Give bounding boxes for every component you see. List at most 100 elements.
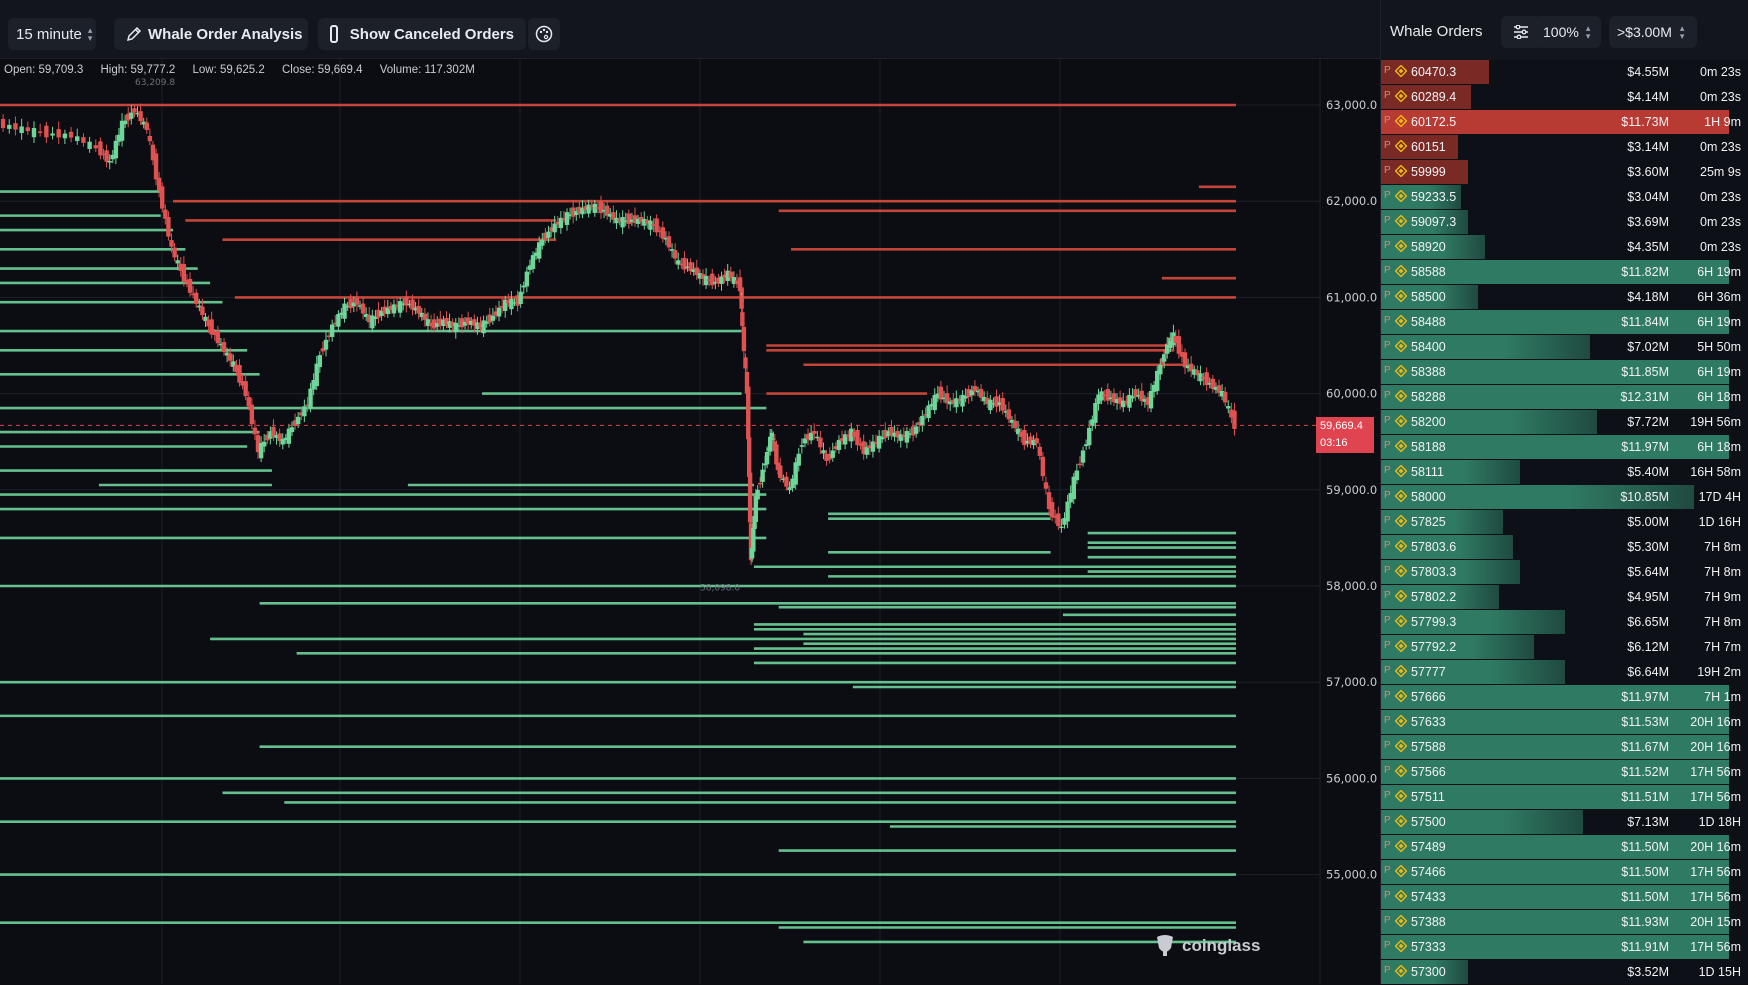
coinglass-watermark: coinglass [1154,934,1260,958]
order-price: 58920 [1411,240,1446,254]
order-amount: $3.69M [1627,215,1669,229]
whale-order-row[interactable]: P 57511 $11.51M 17H 56m [1381,785,1748,810]
whale-order-row[interactable]: P 57825 $5.00M 1D 16H [1381,510,1748,535]
order-age: 7H 8m [1704,615,1741,629]
whale-order-row[interactable]: P 57792.2 $6.12M 7H 7m [1381,635,1748,660]
candle-down [81,137,86,143]
order-age: 20H 15m [1690,915,1741,929]
order-amount: $11.93M [1621,915,1669,929]
candle-down [1037,446,1042,456]
candle-down [0,119,6,129]
whale-order-row[interactable]: P 58111 $5.40M 16H 58m [1381,460,1748,485]
order-amount: $11.97M [1621,690,1669,704]
whale-order-row[interactable]: P 57803.6 $5.30M 7H 8m [1381,535,1748,560]
interval-select[interactable]: 15 minute ▴ ▾ [8,18,96,50]
whale-order-row[interactable]: P 57388 $11.93M 20H 15m [1381,910,1748,935]
order-age: 6H 36m [1697,290,1741,304]
whale-order-row[interactable]: P 57803.3 $5.64M 7H 8m [1381,560,1748,585]
whale-order-row[interactable]: P 57566 $11.52M 17H 56m [1381,760,1748,785]
whale-order-row[interactable]: P 57333 $11.91M 17H 56m [1381,935,1748,960]
candle-down [215,330,221,344]
whale-order-row[interactable]: P 58488 $11.84M 6H 19m [1381,310,1748,335]
order-amount: $10.85M [1620,490,1669,504]
whale-order-row[interactable]: P 57777 $6.64M 19H 2m [1381,660,1748,685]
exchange-tag: P [1384,265,1391,276]
order-age: 0m 23s [1700,90,1741,104]
exchange-tag: P [1384,815,1391,826]
candle-down [166,216,171,237]
whale-order-row[interactable]: P 58288 $12.31M 6H 18m [1381,385,1748,410]
order-amount: $6.65M [1627,615,1669,629]
whale-order-row[interactable]: P 58188 $11.97M 6H 18m [1381,435,1748,460]
candle-down [172,247,177,258]
whale-order-row[interactable]: P 60289.4 $4.14M 0m 23s [1381,85,1748,110]
whale-order-row[interactable]: P 58400 $7.02M 5H 50m [1381,335,1748,360]
whale-order-row[interactable]: P 57466 $11.50M 17H 56m [1381,860,1748,885]
candle-down [252,427,258,435]
order-age: 7H 8m [1704,540,1741,554]
binance-coin-icon [1395,315,1407,327]
candle-up [397,301,403,313]
candle-down [1077,463,1083,466]
order-age: 6H 19m [1697,315,1741,329]
coinglass-logo-icon [1157,935,1173,956]
whale-order-row[interactable]: P 57500 $7.13M 1D 18H [1381,810,1748,835]
order-amount: $4.14M [1627,90,1669,104]
whale-order-row[interactable]: P 58588 $11.82M 6H 19m [1381,260,1748,285]
whale-order-row[interactable]: P 58920 $4.35M 0m 23s [1381,235,1748,260]
whale-order-row[interactable]: P 58388 $11.85M 6H 19m [1381,360,1748,385]
price-chart[interactable]: 63,000.0 62,000.0 61,000.0 60,000.0 59,000.0… [0,58,1380,984]
show-canceled-orders-toggle[interactable]: Show Canceled Orders [318,18,526,50]
binance-coin-icon [1395,965,1407,977]
whale-order-row[interactable]: P 60172.5 $11.73M 1H 9m [1381,110,1748,135]
whale-order-row[interactable]: P 59999 $3.60M 25m 9s [1381,160,1748,185]
order-amount: $12.31M [1620,390,1669,404]
exchange-tag: P [1384,965,1391,976]
checkbox[interactable] [330,25,338,43]
order-age: 1H 9m [1704,115,1741,129]
exchange-tag: P [1384,290,1391,301]
exchange-tag: P [1384,340,1391,351]
exchange-tag: P [1384,190,1391,201]
whale-order-row[interactable]: P 58200 $7.72M 19H 56m [1381,410,1748,435]
whale-order-row[interactable]: P 59097.3 $3.69M 0m 23s [1381,210,1748,235]
chart-canvas[interactable]: 63,000.0 62,000.0 61,000.0 60,000.0 59,000.0… [0,58,1380,984]
candle-down [93,145,98,149]
order-amount: $7.02M [1627,340,1669,354]
order-amount: $7.13M [1627,815,1669,829]
whale-order-row[interactable]: P 57300 $3.52M 1D 15H [1381,960,1748,985]
zoom-select[interactable]: 100% ▴ ▾ [1535,16,1601,48]
exchange-tag: P [1384,215,1391,226]
whale-order-row[interactable]: P 57666 $11.97M 7H 1m [1381,685,1748,710]
whale-order-row[interactable]: P 59233.5 $3.04M 0m 23s [1381,185,1748,210]
whale-order-row[interactable]: P 57489 $11.50M 20H 16m [1381,835,1748,860]
whale-order-row[interactable]: P 57588 $11.67M 20H 16m [1381,735,1748,760]
binance-coin-icon [1395,215,1407,227]
order-amount: $6.12M [1627,640,1669,654]
candle-down [972,386,978,392]
whale-order-row[interactable]: P 60470.3 $4.55M 0m 23s [1381,60,1748,85]
ohlc-legend: Open: 59,709.3 High: 59,777.2 Low: 59,62… [4,64,489,76]
min-size-select[interactable]: >$3.00M ▴ ▾ [1609,16,1697,48]
order-price: 57792.2 [1411,640,1457,654]
whale-order-row[interactable]: P 58000 $10.85M 17D 4H [1381,485,1748,510]
whale-order-row[interactable]: P 57799.3 $6.65M 7H 8m [1381,610,1748,635]
candle-up [530,255,536,269]
order-age: 19H 56m [1690,415,1741,429]
whale-order-row[interactable]: P 57802.2 $4.95M 7H 9m [1381,585,1748,610]
order-price: 58111 [1411,465,1444,479]
palette-button[interactable] [528,18,560,50]
order-price: 58588 [1411,265,1446,279]
whale-order-row[interactable]: P 58500 $4.18M 6H 36m [1381,285,1748,310]
order-age: 6H 18m [1697,440,1741,454]
whale-order-analysis-button[interactable]: Whale Order Analysis [114,18,308,50]
order-age: 0m 23s [1700,190,1741,204]
binance-coin-icon [1395,115,1407,127]
candle-up [920,415,925,426]
binance-coin-icon [1395,490,1407,502]
whale-order-row[interactable]: P 57433 $11.50M 17H 56m [1381,885,1748,910]
candle-up [1080,450,1086,463]
candle-up [620,216,625,228]
whale-order-row[interactable]: P 57633 $11.53M 20H 16m [1381,710,1748,735]
whale-order-row[interactable]: P 60151 $3.14M 0m 23s [1381,135,1748,160]
